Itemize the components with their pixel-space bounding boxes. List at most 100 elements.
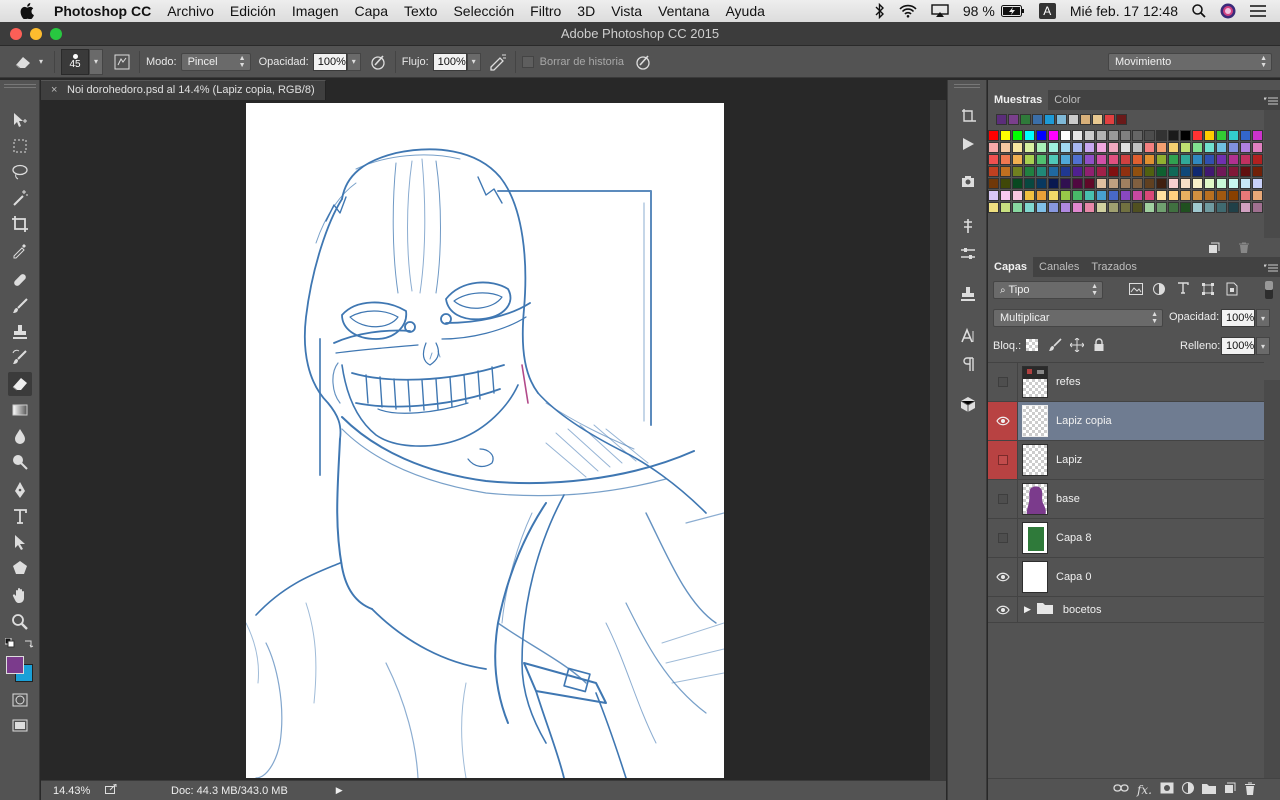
recent-color-swatch[interactable] [1056,114,1067,125]
notification-center-icon[interactable] [1250,5,1266,17]
color-swatch[interactable] [1192,190,1203,201]
tab-color[interactable]: Color [1048,90,1086,110]
color-swatch[interactable] [1204,166,1215,177]
healing-brush-tool-icon[interactable] [8,268,32,292]
color-swatch[interactable] [1000,154,1011,165]
color-swatch[interactable] [1024,202,1035,213]
move-tool-icon[interactable] [8,108,32,132]
color-swatch[interactable] [1144,202,1155,213]
fill-arrow[interactable]: ▾ [1256,337,1270,355]
properties-panel-icon[interactable] [956,242,980,266]
brush-size-picker[interactable]: 45 [61,48,89,75]
path-selection-tool-icon[interactable] [8,530,32,554]
share-icon[interactable] [105,783,117,797]
new-group-icon[interactable] [1202,783,1216,797]
menu-edicion[interactable]: Edición [222,0,284,22]
color-swatch[interactable] [1000,190,1011,201]
color-swatch[interactable] [1144,130,1155,141]
color-swatch[interactable] [1108,202,1119,213]
menu-3d[interactable]: 3D [569,0,603,22]
tab-canales[interactable]: Canales [1033,257,1085,277]
color-swatch[interactable] [1144,178,1155,189]
visibility-toggle-empty[interactable] [988,441,1018,479]
color-swatch[interactable] [1036,202,1047,213]
zoom-level[interactable]: 14.43% [53,785,93,797]
color-swatch[interactable] [1228,178,1239,189]
color-swatch[interactable] [988,130,999,141]
tool-preset-dropdown-arrow[interactable]: ▾ [34,53,48,71]
color-swatch[interactable] [1216,142,1227,153]
color-swatch[interactable] [1156,202,1167,213]
visibility-toggle-eye[interactable] [988,558,1018,596]
dodge-tool-icon[interactable] [8,450,32,474]
color-swatch[interactable] [1084,190,1095,201]
color-swatch[interactable] [1240,178,1251,189]
color-swatch[interactable] [1024,130,1035,141]
color-swatch[interactable] [1252,190,1263,201]
color-swatch[interactable] [1216,178,1227,189]
filter-adjustment-layer-icon[interactable] [1153,283,1165,298]
color-swatch[interactable] [1228,202,1239,213]
default-colors-icon[interactable] [4,637,15,648]
airbrush-icon[interactable] [487,51,509,73]
color-swatch[interactable] [1120,142,1131,153]
recent-color-swatch[interactable] [1080,114,1091,125]
color-swatch[interactable] [1252,142,1263,153]
color-swatch[interactable] [1144,166,1155,177]
color-swatch[interactable] [1132,130,1143,141]
color-swatch[interactable] [1120,130,1131,141]
history-brush-tool-icon[interactable] [8,346,32,370]
color-swatch[interactable] [1228,142,1239,153]
magic-wand-tool-icon[interactable] [8,186,32,210]
color-swatch[interactable] [1180,130,1191,141]
filter-shape-layer-icon[interactable] [1202,283,1214,298]
color-swatch[interactable] [1216,130,1227,141]
screen-mode-icon[interactable] [8,714,32,738]
opacity-slider-arrow[interactable]: ▾ [346,52,361,71]
layer-opacity-arrow[interactable]: ▾ [1256,309,1270,327]
foreground-color-swatch[interactable] [6,656,24,674]
color-swatch[interactable] [1132,190,1143,201]
brush-picker-arrow[interactable]: ▾ [89,48,103,75]
layer-row-capa-8[interactable]: Capa 8 [988,519,1264,558]
color-swatch[interactable] [1048,190,1059,201]
layer-row-capa-0[interactable]: Capa 0 [988,558,1264,597]
hand-tool-icon[interactable] [8,584,32,608]
lock-position-icon[interactable] [1069,337,1085,355]
visibility-toggle-empty[interactable] [988,363,1018,401]
color-swatch[interactable] [1168,130,1179,141]
color-swatch[interactable] [1156,130,1167,141]
menu-app-photoshop[interactable]: Photoshop CC [54,0,159,22]
layer-row-lapiz-copia[interactable]: Lapiz copia [988,402,1264,441]
color-swatch[interactable] [1228,130,1239,141]
layer-filter-dropdown[interactable]: ⌕ Tipo ▲ ▼ [993,281,1103,299]
color-swatch[interactable] [1252,130,1263,141]
color-swatch[interactable] [1072,202,1083,213]
color-swatch[interactable] [1096,202,1107,213]
close-document-icon[interactable]: × [51,81,57,100]
zoom-tool-icon[interactable] [8,610,32,634]
mode-dropdown[interactable]: Pincel ▲ ▼ [180,52,251,71]
menu-imagen[interactable]: Imagen [284,0,347,22]
eyedropper-tool-icon[interactable] [8,238,32,262]
layer-row-base[interactable]: base [988,480,1264,519]
color-swatch[interactable] [1204,130,1215,141]
new-layer-icon[interactable] [1224,782,1236,797]
color-swatch[interactable] [1132,178,1143,189]
recent-color-swatch[interactable] [1104,114,1115,125]
character-panel-icon[interactable] [956,324,980,348]
color-swatch[interactable] [1108,166,1119,177]
color-swatch[interactable] [1180,142,1191,153]
color-swatch[interactable] [1132,166,1143,177]
color-swatch[interactable] [1252,166,1263,177]
delete-layer-icon[interactable] [1244,782,1256,798]
color-swatch[interactable] [1216,202,1227,213]
color-swatch[interactable] [1012,166,1023,177]
color-swatch[interactable] [1060,154,1071,165]
layers-vertical-scrollbar[interactable] [1264,380,1280,780]
menu-seleccion[interactable]: Selección [445,0,522,22]
menu-capa[interactable]: Capa [347,0,396,22]
color-swatch[interactable] [1240,202,1251,213]
recent-color-swatch[interactable] [1044,114,1055,125]
color-swatch[interactable] [1072,178,1083,189]
